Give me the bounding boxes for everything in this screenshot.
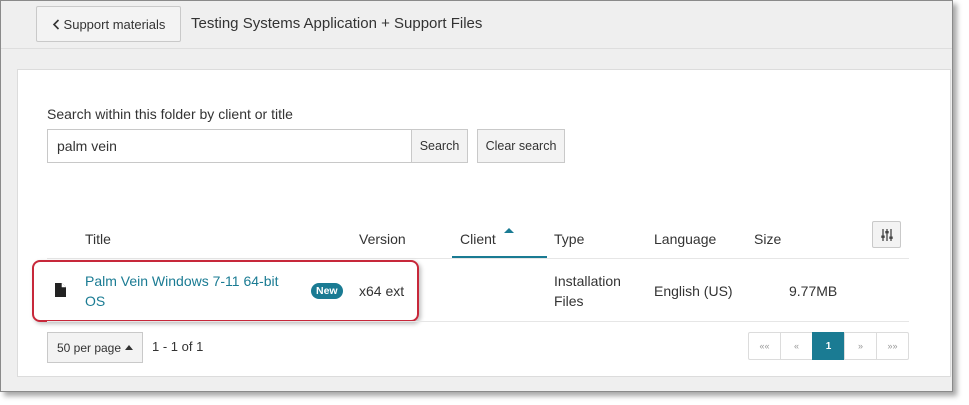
sliders-icon [880,228,893,241]
header-divider [47,258,909,259]
per-page-select[interactable]: 50 per page [47,332,143,363]
sort-ascending-icon [504,228,514,233]
result-range: 1 - 1 of 1 [152,339,204,354]
column-header-type[interactable]: Type [554,231,584,247]
column-header-title[interactable]: Title [85,231,111,247]
folder-panel: Search within this folder by client or t… [17,69,951,377]
search-button[interactable]: Search [411,129,468,163]
row-title-link[interactable]: Palm Vein Windows 7-11 64-bit OS [85,271,300,311]
row-divider [47,321,909,322]
row-language: English (US) [654,283,733,299]
chevron-left-icon [52,18,59,30]
next-page-button[interactable]: » [844,332,877,360]
column-header-version[interactable]: Version [359,231,406,247]
first-page-button[interactable]: «« [748,332,781,360]
new-badge: New [311,283,343,299]
row-version: x64 ext [359,283,405,299]
column-header-size[interactable]: Size [754,231,781,247]
file-icon [55,283,66,297]
row-size: 9.77MB [789,283,838,299]
search-input[interactable] [47,129,412,163]
search-label: Search within this folder by client or t… [47,106,293,122]
per-page-label: 50 per page [56,340,122,355]
previous-page-button[interactable]: « [780,332,813,360]
clear-search-button[interactable]: Clear search [477,129,565,163]
back-to-support-materials-button[interactable]: Support materials [36,6,181,42]
folder-title: Testing Systems Application + Support Fi… [191,15,483,32]
pagination: «« « 1 » »» [748,332,909,360]
current-page-button[interactable]: 1 [812,332,845,360]
app-window: Support materials Testing Systems Applic… [0,0,953,392]
column-header-client[interactable]: Client [460,231,496,247]
last-page-button[interactable]: »» [876,332,909,360]
row-type: Installation Files [554,273,621,309]
column-header-language[interactable]: Language [654,231,716,247]
back-button-label: Support materials [63,16,166,32]
top-bar: Support materials Testing Systems Applic… [1,1,952,49]
caret-up-icon [125,345,134,350]
column-settings-button[interactable] [872,221,901,248]
